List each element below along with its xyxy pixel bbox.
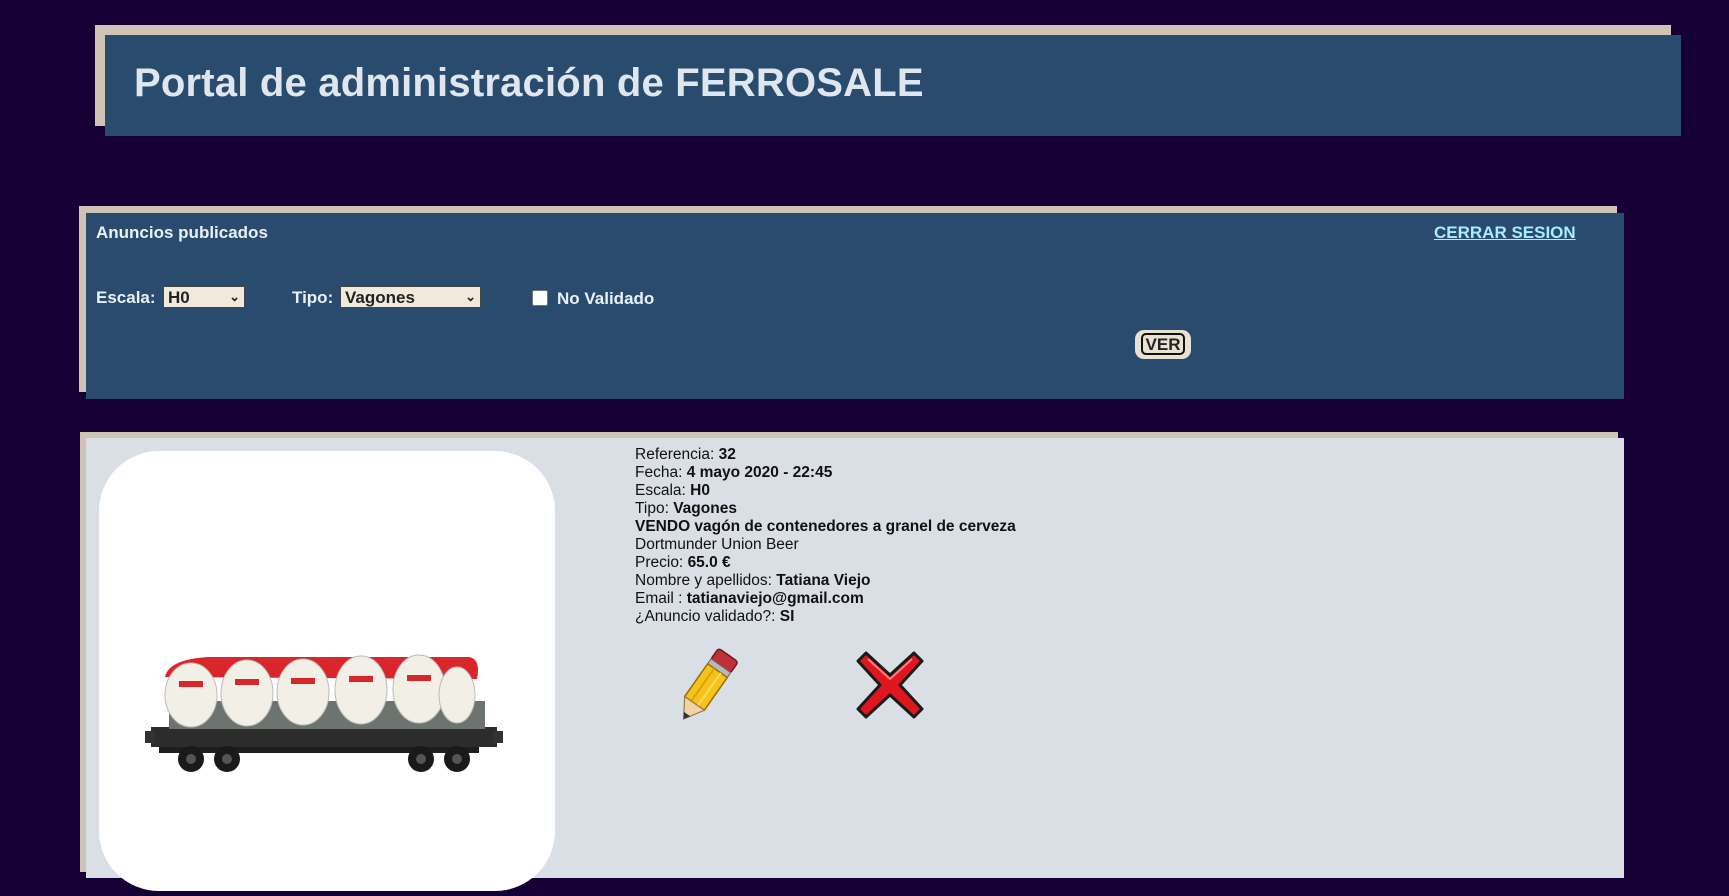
listing-details: Referencia: 32 Fecha: 4 mayo 2020 - 22:4… (635, 446, 1016, 626)
ref-row: Referencia: 32 (635, 446, 1016, 464)
red-x-icon (856, 651, 924, 719)
ref-value: 32 (718, 446, 736, 463)
page-header: Portal de administración de FERROSALE (105, 35, 1681, 136)
filter-panel: Anuncios publicados CERRAR SESION Escala… (86, 213, 1624, 399)
view-button[interactable]: VER (1135, 330, 1191, 359)
edit-button[interactable] (666, 644, 746, 730)
type-row: Tipo: Vagones (635, 500, 1016, 518)
ref-label: Referencia: (635, 446, 715, 463)
type-detail-label: Tipo: (635, 500, 669, 517)
headline-row: VENDO vagón de contenedores a granel de … (635, 518, 1016, 536)
listing-image (99, 451, 555, 891)
listing-card: Referencia: 32 Fecha: 4 mayo 2020 - 22:4… (86, 438, 1624, 891)
email-value: tatianaviejo@gmail.com (686, 590, 864, 607)
name-value: Tatiana Viejo (776, 572, 871, 589)
not-validated-label: No Validado (557, 289, 655, 308)
scale-select[interactable]: H0 ⌄ (163, 286, 245, 308)
date-row: Fecha: 4 mayo 2020 - 22:45 (635, 464, 1016, 482)
not-validated-checkbox[interactable] (532, 290, 548, 306)
type-label: Tipo: (292, 288, 334, 307)
price-row: Precio: 65.0 € (635, 554, 1016, 572)
chevron-down-icon: ⌄ (465, 289, 476, 304)
date-label: Fecha: (635, 464, 683, 481)
scale-select-value: H0 (168, 288, 190, 307)
delete-button[interactable] (854, 649, 926, 721)
type-detail-value: Vagones (673, 500, 737, 517)
date-value: 4 mayo 2020 - 22:45 (686, 464, 833, 481)
scale-row: Escala: H0 (635, 482, 1016, 500)
pencil-icon (682, 648, 738, 720)
price-label: Precio: (635, 554, 684, 571)
section-title: Anuncios publicados (96, 223, 268, 242)
validated-row: ¿Anuncio validado?: SI (635, 608, 1016, 626)
name-row: Nombre y apellidos: Tatiana Viejo (635, 572, 1016, 590)
view-button-label: VER (1141, 333, 1185, 355)
listing-headline: VENDO vagón de contenedores a granel de … (635, 518, 1016, 535)
tank-wagon-image (145, 654, 503, 772)
type-select[interactable]: Vagones ⌄ (340, 286, 481, 308)
validated-value: SI (779, 608, 795, 625)
scale-detail-label: Escala: (635, 482, 686, 499)
email-label: Email : (635, 590, 683, 607)
scale-detail-value: H0 (690, 482, 710, 499)
logout-link[interactable]: CERRAR SESION (1434, 223, 1576, 243)
validated-label: ¿Anuncio validado?: (635, 608, 776, 625)
chevron-down-icon: ⌄ (229, 289, 240, 304)
name-label: Nombre y apellidos: (635, 572, 772, 589)
description-row: Dortmunder Union Beer (635, 536, 799, 553)
scale-label: Escala: (96, 288, 156, 307)
email-row: Email : tatianaviejo@gmail.com (635, 590, 1016, 608)
price-value: 65.0 € (687, 554, 731, 571)
type-select-value: Vagones (345, 288, 415, 307)
page-title: Portal de administración de FERROSALE (134, 61, 924, 105)
